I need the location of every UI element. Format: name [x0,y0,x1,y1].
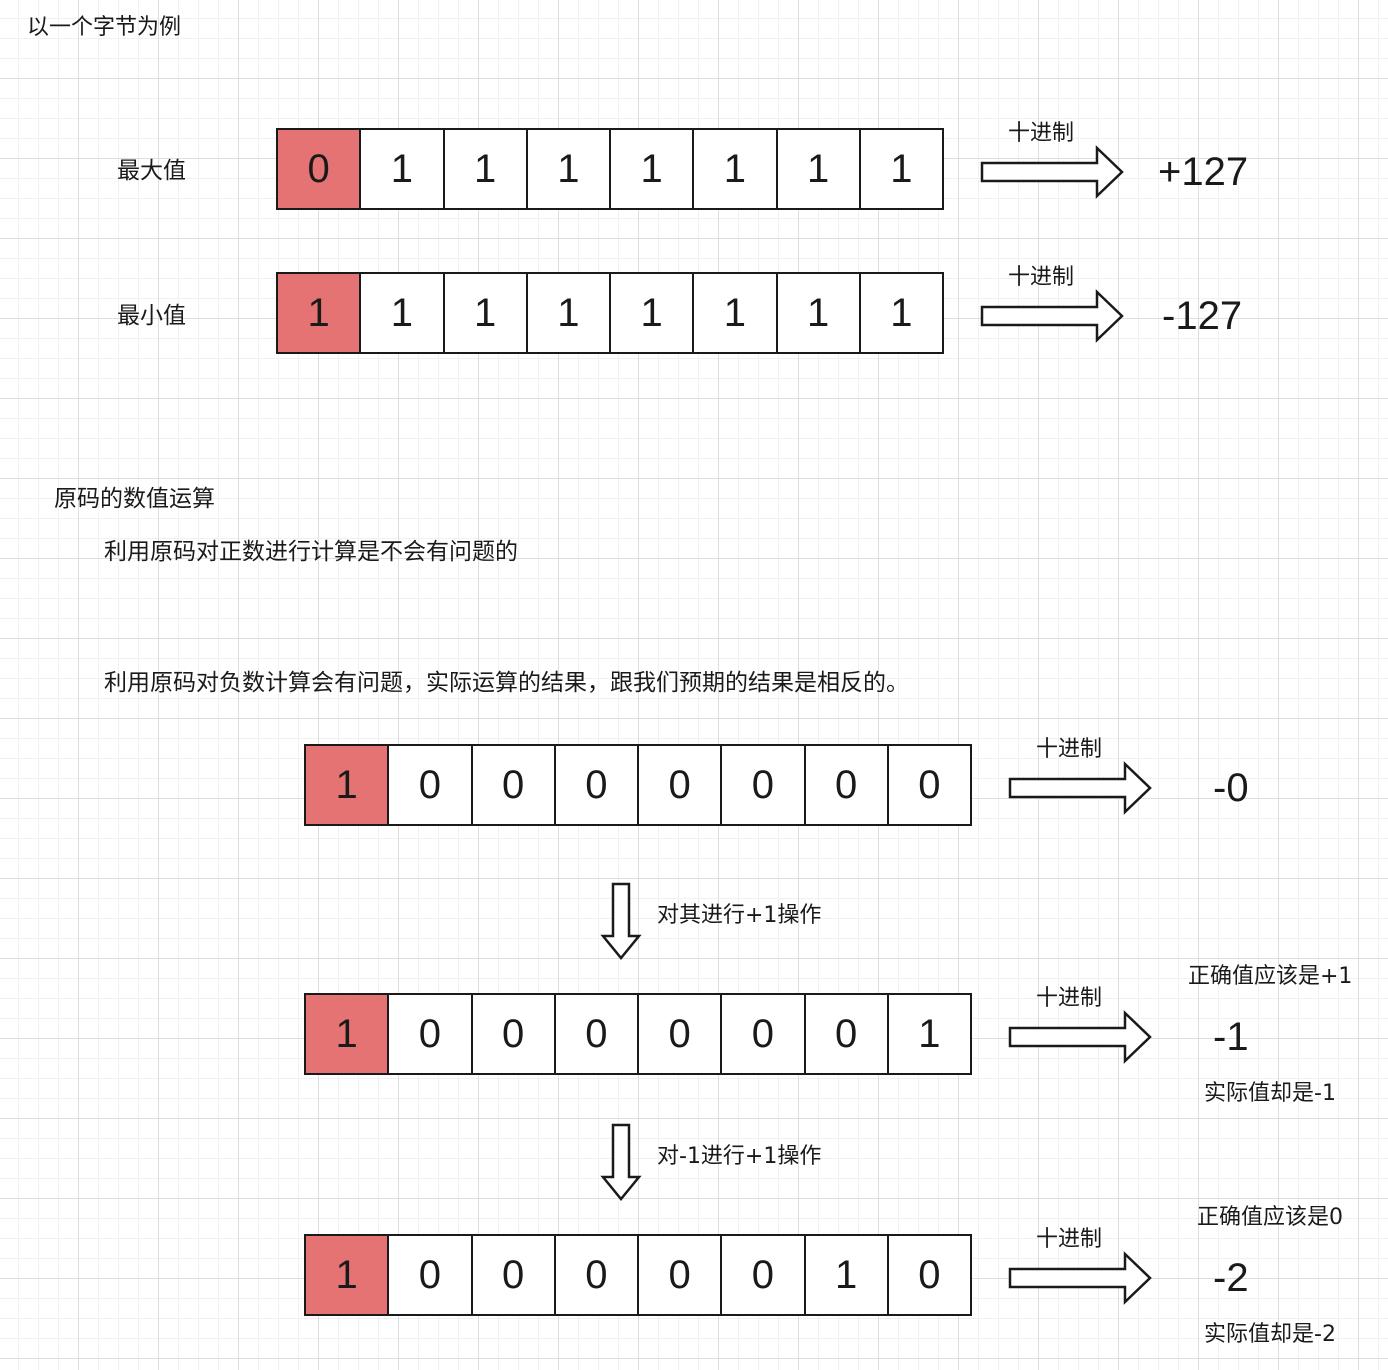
bit-cell: 1 [609,274,692,352]
decimal-result: -0 [1213,766,1249,810]
min-value-label: 最小值 [117,303,186,329]
expected-value-note: 正确值应该是+1 [1188,964,1353,989]
decimal-result: +127 [1158,150,1249,194]
note-positive: 利用原码对正数进行计算是不会有问题的 [104,539,518,565]
sign-bit-cell: 0 [278,130,360,208]
bit-cell: 1 [886,995,970,1073]
bit-cell: 1 [692,274,775,352]
bit-cell: 0 [637,995,720,1073]
right-arrow-icon [1008,761,1152,815]
bit-cell: 0 [553,1236,637,1314]
bit-cell: 1 [442,130,526,208]
bit-cell: 0 [387,1236,470,1314]
bit-cell: 0 [637,1236,720,1314]
bit-cell: 0 [387,746,470,824]
decimal-label: 十进制 [1008,121,1075,146]
sign-bit-cell: 1 [306,995,388,1073]
note-negative: 利用原码对负数计算会有问题，实际运算的结果，跟我们预期的结果是相反的。 [104,670,909,696]
step-label: 对其进行+1操作 [657,903,822,928]
bit-cell: 1 [803,1236,887,1314]
bit-cell: 0 [720,1236,803,1314]
bit-cell: 0 [387,995,470,1073]
right-arrow-icon [980,145,1124,199]
bit-cell: 1 [692,130,775,208]
bit-cell: 0 [886,1236,970,1314]
bit-cell: 1 [525,130,609,208]
decimal-label: 十进制 [1036,737,1103,762]
decimal-result: -127 [1162,294,1243,338]
bit-row-neg-zero: 1 0 0 0 0 0 0 0 [304,744,972,826]
decimal-result: -1 [1213,1015,1249,1059]
bit-cell: 1 [359,130,442,208]
decimal-result: -2 [1213,1256,1249,1300]
step-label: 对-1进行+1操作 [657,1144,822,1169]
max-value-label: 最大值 [117,158,186,184]
bit-cell: 0 [470,1236,554,1314]
right-arrow-icon [1008,1010,1152,1064]
actual-value-note: 实际值却是-2 [1204,1322,1336,1347]
bit-cell: 1 [442,274,526,352]
bit-cell: 0 [470,995,554,1073]
decimal-label: 十进制 [1036,986,1103,1011]
bit-cell: 0 [553,995,637,1073]
bit-row-neg-one: 1 0 0 0 0 0 0 1 [304,993,972,1075]
actual-value-note: 实际值却是-1 [1204,1081,1336,1106]
down-arrow-icon [600,882,642,960]
down-arrow-icon [600,1123,642,1201]
right-arrow-icon [980,289,1124,343]
bit-cell: 1 [525,274,609,352]
decimal-label: 十进制 [1036,1227,1103,1252]
bit-cell: 1 [775,274,859,352]
bit-row-max: 0 1 1 1 1 1 1 1 [276,128,944,210]
bit-cell: 0 [720,746,803,824]
bit-cell: 1 [858,130,942,208]
bit-cell: 0 [637,746,720,824]
bit-cell: 0 [470,746,554,824]
bit-cell: 0 [553,746,637,824]
bit-cell: 0 [886,746,970,824]
page-heading: 以一个字节为例 [27,15,182,40]
bit-row-min: 1 1 1 1 1 1 1 1 [276,272,944,354]
sign-bit-cell: 1 [278,274,360,352]
sign-bit-cell: 1 [306,1236,388,1314]
expected-value-note: 正确值应该是0 [1197,1205,1343,1230]
bit-cell: 0 [803,746,887,824]
bit-cell: 1 [775,130,859,208]
bit-cell: 1 [858,274,942,352]
bit-row-neg-two: 1 0 0 0 0 0 1 0 [304,1234,972,1316]
bit-cell: 0 [803,995,887,1073]
right-arrow-icon [1008,1251,1152,1305]
bit-cell: 1 [609,130,692,208]
sign-bit-cell: 1 [306,746,388,824]
decimal-label: 十进制 [1008,265,1075,290]
bit-cell: 1 [359,274,442,352]
section-title: 原码的数值运算 [54,486,215,512]
bit-cell: 0 [720,995,803,1073]
